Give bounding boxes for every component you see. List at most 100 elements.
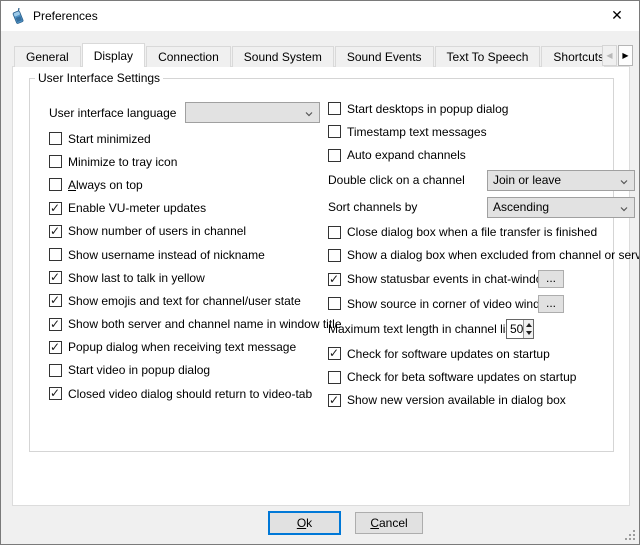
checkbox-label: Show number of users in channel	[68, 224, 246, 238]
checkbox-box[interactable]	[49, 248, 62, 261]
checkbox-show-username[interactable]: Show username instead of nickname	[49, 243, 329, 266]
checkbox-box[interactable]	[328, 125, 341, 138]
checkbox-box[interactable]	[49, 294, 62, 307]
checkbox-box[interactable]	[328, 394, 341, 407]
left-column: User interface language Start minimized …	[49, 98, 329, 405]
checkbox-timestamp-messages[interactable]: Timestamp text messages	[328, 120, 628, 143]
tab-text-to-speech[interactable]: Text To Speech	[435, 46, 541, 67]
checkbox-label: Always on top	[68, 178, 143, 192]
checkbox-check-updates[interactable]: Check for software updates on startup	[328, 342, 628, 365]
checkbox-vu-meter[interactable]: Enable VU-meter updates	[49, 197, 329, 220]
checkbox-box[interactable]	[328, 226, 341, 239]
checkbox-box[interactable]	[49, 318, 62, 331]
checkbox-statusbar-events[interactable]: Show statusbar events in chat-window ...	[328, 267, 628, 292]
sort-channels-label: Sort channels by	[328, 200, 417, 214]
max-text-length-label: Maximum text length in channel list	[328, 322, 515, 336]
checkbox-show-emojis[interactable]: Show emojis and text for channel/user st…	[49, 289, 329, 312]
chevron-down-icon	[620, 178, 628, 186]
checkbox-label: Show last to talk in yellow	[68, 271, 205, 285]
checkbox-new-version-dialog[interactable]: Show new version available in dialog box	[328, 389, 628, 412]
spinner-down-icon[interactable]	[524, 329, 533, 338]
checkbox-label: Show both server and channel name in win…	[68, 317, 342, 331]
double-click-label: Double click on a channel	[328, 173, 465, 187]
checkbox-label: Close dialog box when a file transfer is…	[347, 225, 597, 239]
checkbox-box[interactable]	[49, 132, 62, 145]
checkbox-popup-text-message[interactable]: Popup dialog when receiving text message	[49, 336, 329, 359]
double-click-row: Double click on a channel Join or leave	[328, 167, 628, 194]
checkbox-auto-expand[interactable]: Auto expand channels	[328, 144, 628, 167]
spinner-up-icon[interactable]	[524, 320, 533, 329]
group-title: User Interface Settings	[35, 71, 163, 85]
tab-sound-system[interactable]: Sound System	[232, 46, 334, 67]
checkbox-label: Show emojis and text for channel/user st…	[68, 294, 301, 308]
tab-bar: General Display Connection Sound System …	[14, 41, 604, 67]
close-icon[interactable]: ✕	[600, 1, 634, 30]
checkbox-label: Check for beta software updates on start…	[347, 370, 576, 384]
video-source-options-button[interactable]: ...	[538, 295, 564, 313]
checkbox-video-source-corner[interactable]: Show source in corner of video window ..…	[328, 292, 628, 317]
checkbox-label: Auto expand channels	[347, 148, 466, 162]
max-text-length-value[interactable]: 50	[507, 320, 523, 338]
chevron-down-icon	[620, 205, 628, 213]
checkbox-box[interactable]	[328, 297, 341, 310]
checkbox-box[interactable]	[328, 347, 341, 360]
checkbox-label: Show username instead of nickname	[68, 248, 265, 262]
checkbox-check-beta-updates[interactable]: Check for beta software updates on start…	[328, 365, 628, 388]
tab-scroll-right-icon[interactable]: ▶	[618, 45, 633, 66]
checkbox-box[interactable]	[49, 202, 62, 215]
checkbox-box[interactable]	[49, 341, 62, 354]
checkbox-box[interactable]	[49, 387, 62, 400]
checkbox-label: Popup dialog when receiving text message	[68, 340, 296, 354]
checkbox-box[interactable]	[328, 273, 341, 286]
statusbar-events-options-button[interactable]: ...	[538, 270, 564, 288]
checkbox-label: Show statusbar events in chat-window	[347, 272, 551, 286]
sort-channels-select[interactable]: Ascending	[487, 197, 635, 218]
checkbox-box[interactable]	[49, 155, 62, 168]
title-bar[interactable]: Preferences ✕	[1, 1, 639, 31]
checkbox-box[interactable]	[328, 371, 341, 384]
checkbox-label: Closed video dialog should return to vid…	[68, 387, 312, 401]
checkbox-box[interactable]	[328, 149, 341, 162]
checkbox-label: Timestamp text messages	[347, 125, 487, 139]
checkbox-close-file-transfer[interactable]: Close dialog box when a file transfer is…	[328, 220, 628, 243]
resize-grip[interactable]	[623, 528, 635, 540]
sort-channels-row: Sort channels by Ascending	[328, 194, 628, 221]
checkbox-label: Start desktops in popup dialog	[347, 102, 508, 116]
checkbox-start-minimized[interactable]: Start minimized	[49, 127, 329, 150]
preferences-dialog: Preferences ✕ General Display Connection…	[0, 0, 640, 545]
checkbox-excluded-dialog[interactable]: Show a dialog box when excluded from cha…	[328, 244, 628, 267]
tab-sound-events[interactable]: Sound Events	[335, 46, 434, 67]
double-click-select[interactable]: Join or leave	[487, 170, 635, 191]
checkbox-label: Show a dialog box when excluded from cha…	[347, 248, 640, 262]
checkbox-label: Check for software updates on startup	[347, 347, 550, 361]
checkbox-label: Enable VU-meter updates	[68, 201, 206, 215]
checkbox-video-return-tab[interactable]: Closed video dialog should return to vid…	[49, 382, 329, 405]
max-text-length-spinner[interactable]: 50	[506, 319, 534, 339]
checkbox-box[interactable]	[49, 225, 62, 238]
cancel-button[interactable]: Cancel	[355, 512, 423, 534]
checkbox-box[interactable]	[328, 249, 341, 262]
language-row: User interface language	[49, 98, 329, 127]
checkbox-box[interactable]	[328, 102, 341, 115]
ok-button[interactable]: Ok	[268, 511, 341, 535]
checkbox-minimize-to-tray[interactable]: Minimize to tray icon	[49, 150, 329, 173]
checkbox-show-user-count[interactable]: Show number of users in channel	[49, 220, 329, 243]
tab-shortcuts[interactable]: Shortcuts	[541, 46, 604, 67]
tab-scroll-left-icon[interactable]: ◀	[602, 45, 617, 66]
checkbox-box[interactable]	[49, 271, 62, 284]
checkbox-always-on-top[interactable]: Always on top	[49, 173, 329, 196]
checkbox-box[interactable]	[49, 364, 62, 377]
checkbox-window-title[interactable]: Show both server and channel name in win…	[49, 313, 329, 336]
window-title: Preferences	[33, 9, 98, 23]
checkbox-last-to-talk[interactable]: Show last to talk in yellow	[49, 266, 329, 289]
checkbox-label: Show source in corner of video window	[347, 297, 555, 311]
checkbox-label: Start video in popup dialog	[68, 363, 210, 377]
checkbox-box[interactable]	[49, 178, 62, 191]
double-click-value: Join or leave	[493, 173, 561, 187]
checkbox-video-popup[interactable]: Start video in popup dialog	[49, 359, 329, 382]
tab-connection[interactable]: Connection	[146, 46, 231, 67]
checkbox-desktops-popup[interactable]: Start desktops in popup dialog	[328, 97, 628, 120]
language-select[interactable]	[185, 102, 320, 123]
tab-display[interactable]: Display	[82, 43, 145, 67]
tab-general[interactable]: General	[14, 46, 81, 67]
